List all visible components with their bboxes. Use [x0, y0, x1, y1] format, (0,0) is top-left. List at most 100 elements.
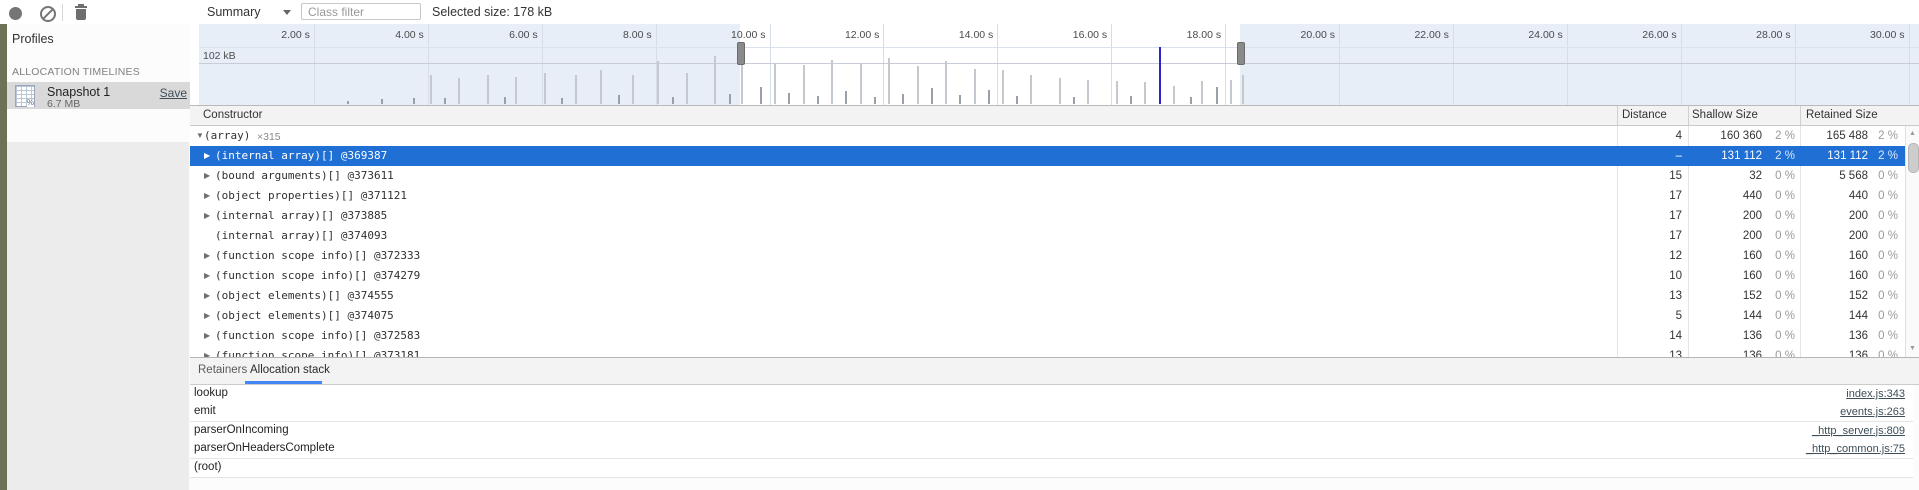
expand-icon[interactable]: ▶ [204, 251, 210, 260]
tab-allocation-stack[interactable]: Allocation stack [250, 364, 330, 376]
timeline-gridline [997, 24, 998, 105]
stack-frame-row[interactable]: parserOnHeadersComplete _http_common.js:7… [190, 440, 1913, 459]
allocation-bar [487, 75, 489, 104]
ruler-tick-label: 4.00 s [340, 29, 424, 41]
constructor-name: (internal array)[] @369387 [215, 149, 387, 162]
allocation-bar [515, 77, 517, 104]
ruler-tick-label: 6.00 s [454, 29, 538, 41]
constructor-name: (function scope info)[] @374279 [215, 269, 420, 282]
allocation-bar [845, 91, 847, 104]
allocation-bar [917, 66, 919, 104]
shallow-size-percent: 0 % [1765, 170, 1795, 182]
expand-icon[interactable]: ▶ [204, 311, 210, 320]
table-row[interactable]: ▶(internal array)[] @369387–131 1122 %13… [190, 146, 1905, 166]
grid-scrollbar[interactable]: ▲ ▼ [1905, 126, 1919, 357]
clear-profiles-icon[interactable] [40, 6, 56, 22]
table-row[interactable]: ▶(function scope info)[] @373181131360 %… [190, 346, 1905, 357]
retained-size-value: 136 [1798, 350, 1868, 357]
shallow-size-percent: 0 % [1765, 330, 1795, 342]
allocation-bar [988, 90, 990, 104]
trash-body [76, 9, 86, 20]
distance-value: 17 [1622, 190, 1682, 202]
stack-function-name: (root) [194, 461, 221, 473]
record-button[interactable] [9, 7, 22, 20]
allocation-bar [945, 61, 947, 104]
class-filter-input[interactable] [301, 3, 421, 20]
expand-icon[interactable]: ▶ [204, 291, 210, 300]
allocation-bar [803, 65, 805, 104]
source-location-link[interactable]: events.js:263 [1840, 406, 1905, 418]
allocation-bar [760, 87, 762, 104]
allocation-bar [504, 97, 506, 104]
shallow-size-value: 440 [1692, 190, 1762, 202]
toolbar-divider [62, 4, 63, 21]
table-row[interactable]: ▶(object elements)[] @37407551440 %1440 … [190, 306, 1905, 326]
perspective-select[interactable]: Summary [207, 5, 260, 19]
allocation-bar [1242, 75, 1244, 104]
expand-icon[interactable]: ▶ [204, 171, 210, 180]
ruler-tick-label: 16.00 s [1023, 29, 1107, 41]
timeline-gridline [1567, 24, 1568, 105]
shallow-size-percent: 0 % [1765, 230, 1795, 242]
expand-icon[interactable]: ▶ [204, 151, 210, 160]
collapse-icon[interactable]: ▼ [196, 131, 204, 140]
stack-frame-row[interactable]: (root) [190, 459, 1913, 478]
scroll-down-icon[interactable]: ▼ [1909, 345, 1916, 352]
constructor-name: (bound arguments)[] @373611 [215, 169, 394, 182]
stack-function-name: parserOnHeadersComplete [194, 442, 335, 454]
column-header-constructor[interactable]: Constructor [203, 109, 262, 121]
expand-icon[interactable]: ▶ [204, 271, 210, 280]
stack-frame-row[interactable]: lookupindex.js:343 [190, 385, 1913, 404]
distance-value: 5 [1622, 310, 1682, 322]
scroll-up-icon[interactable]: ▲ [1909, 130, 1916, 137]
allocation-stack-pane: lookupindex.js:343emitevents.js:263parse… [190, 385, 1919, 490]
expand-icon[interactable]: ▶ [204, 331, 210, 340]
timeline-gridline [656, 24, 657, 105]
column-header-distance[interactable]: Distance [1622, 109, 1667, 121]
expand-icon[interactable]: ▶ [204, 211, 210, 220]
retained-size-value: 136 [1798, 330, 1868, 342]
stack-frame-row[interactable]: parserOnIncoming_http_server.js:809 [190, 422, 1913, 441]
table-row[interactable]: (internal array)[] @374093172000 %2000 % [190, 226, 1905, 246]
allocation-bar [817, 96, 819, 104]
allocation-timeline-overview[interactable]: 102 kB 2.00 s4.00 s6.00 s8.00 s10.00 s12… [190, 24, 1919, 106]
table-row[interactable]: ▶(internal array)[] @373885172000 %2000 … [190, 206, 1905, 226]
column-header-retained-size[interactable]: Retained Size [1806, 109, 1878, 121]
instance-count: ×315 [257, 131, 281, 143]
snapshot-size: 6.7 MB [47, 98, 80, 110]
constructor-name: (array) [204, 129, 250, 142]
table-row[interactable]: ▶(object properties)[] @371121174400 %44… [190, 186, 1905, 206]
memory-gridline [199, 63, 1919, 64]
shallow-size-percent: 0 % [1765, 270, 1795, 282]
source-location-link[interactable]: _http_server.js:809 [1812, 425, 1905, 437]
table-row[interactable]: ▶(function scope info)[] @374279101600 %… [190, 266, 1905, 286]
column-header-shallow-size[interactable]: Shallow Size [1692, 109, 1758, 121]
ruler-tick-label: 8.00 s [568, 29, 652, 41]
delete-profile-icon[interactable] [74, 4, 88, 21]
sidebar-item-snapshot-1[interactable]: % Snapshot 1 6.7 MB Save [7, 82, 190, 109]
retained-size-value: 131 112 [1798, 150, 1868, 162]
snapshot-title: Snapshot 1 [47, 85, 110, 99]
save-link[interactable]: Save [160, 86, 187, 100]
table-row[interactable]: ▶(object elements)[] @374555131520 %1520… [190, 286, 1905, 306]
sidebar-empty-area [7, 142, 189, 490]
column-separator [1688, 106, 1689, 125]
selection-handle-right[interactable] [1237, 42, 1245, 65]
table-row[interactable]: ▶(function scope info)[] @372583141360 %… [190, 326, 1905, 346]
constructor-name: (internal array)[] @373885 [215, 209, 387, 222]
source-location-link[interactable]: index.js:343 [1846, 388, 1905, 400]
selection-handle-left[interactable] [737, 42, 745, 65]
scrollbar-thumb[interactable] [1908, 143, 1919, 173]
expand-icon[interactable]: ▶ [204, 191, 210, 200]
timeline-gridline [770, 24, 771, 105]
selected-allocation-bar [1159, 47, 1161, 104]
source-location-link[interactable]: _http_common.js:75 [1806, 443, 1905, 455]
table-row[interactable]: ▼(array)×3154160 3602 %165 4882 % [190, 126, 1905, 146]
table-row[interactable]: ▶(function scope info)[] @372333121600 %… [190, 246, 1905, 266]
table-row[interactable]: ▶(bound arguments)[] @37361115320 %5 568… [190, 166, 1905, 186]
retained-size-value: 165 488 [1798, 130, 1868, 142]
allocation-bar [413, 98, 415, 104]
stack-frame-row[interactable]: emitevents.js:263 [190, 403, 1913, 422]
constructor-name: (function scope info)[] @372333 [215, 249, 420, 262]
tab-retainers[interactable]: Retainers [198, 364, 247, 376]
